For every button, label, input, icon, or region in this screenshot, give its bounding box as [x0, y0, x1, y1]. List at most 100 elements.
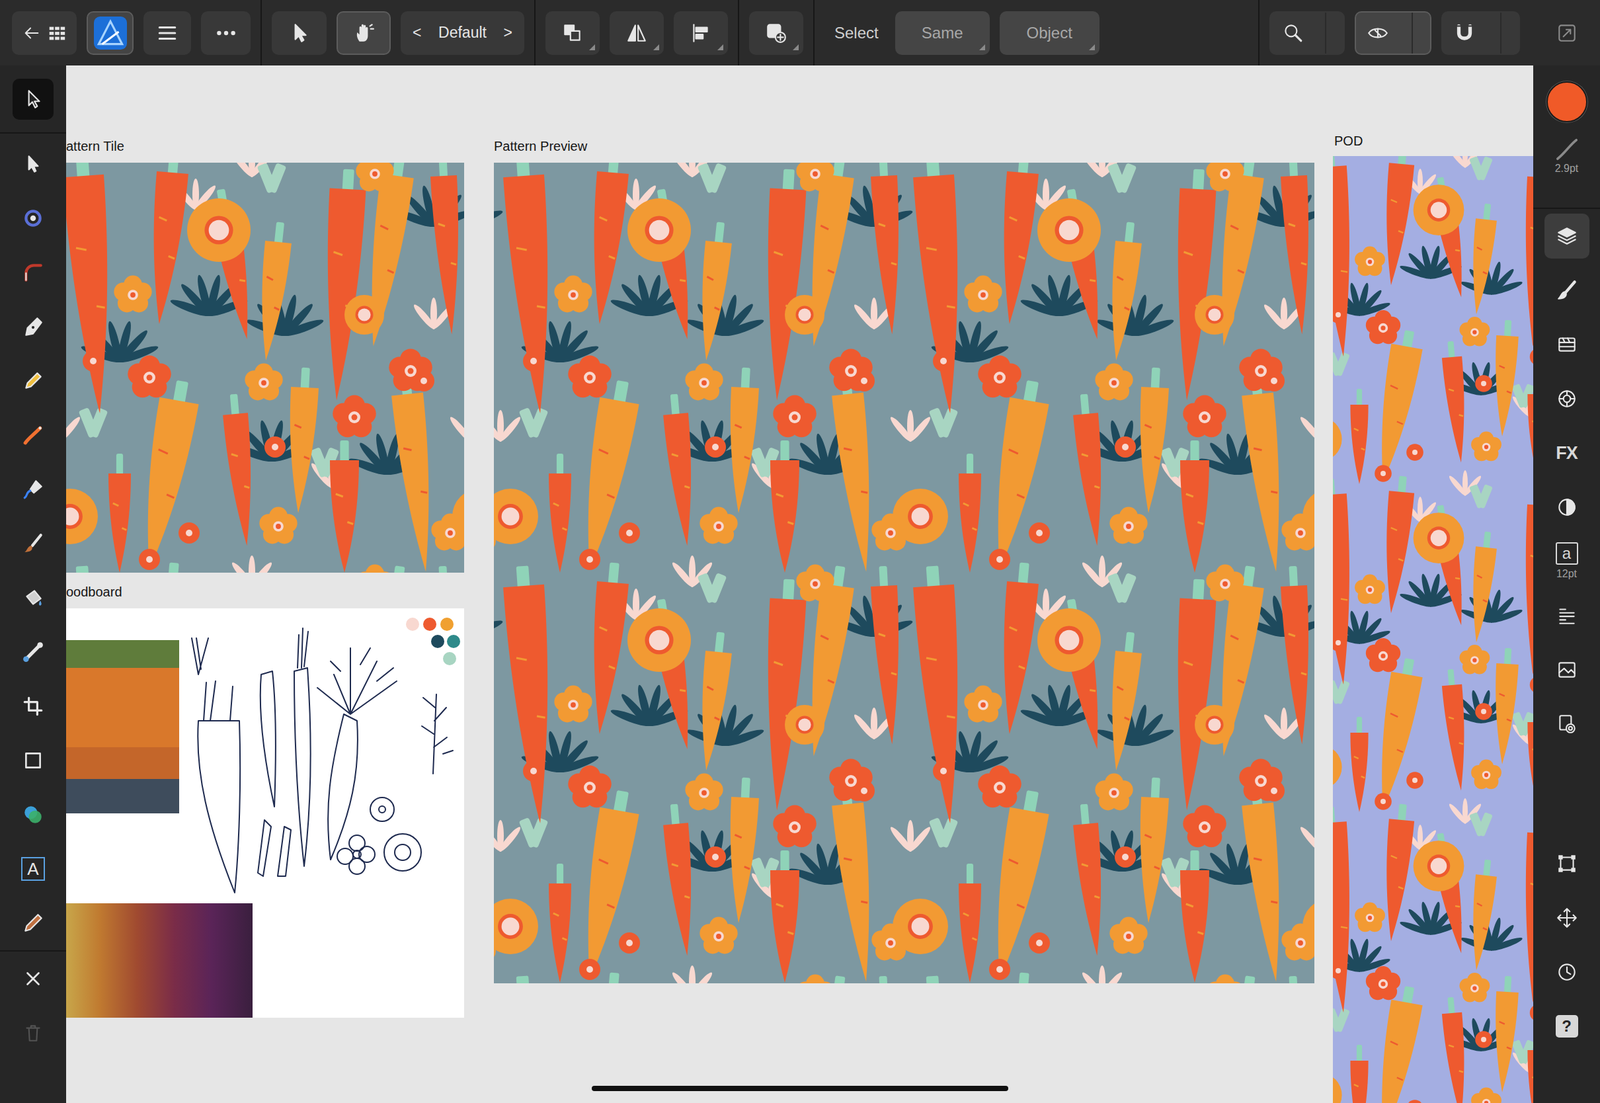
tool-button[interactable]: A: [12, 848, 54, 890]
move-tool-icon: [21, 87, 45, 111]
tool-button[interactable]: [12, 414, 54, 456]
tool-button[interactable]: [12, 251, 54, 293]
assets-icon: [1555, 712, 1579, 736]
next-style[interactable]: >: [503, 21, 513, 45]
navigator-studio[interactable]: [1544, 484, 1590, 530]
eyedropper-tool-icon: [21, 911, 45, 935]
fullscreen-button[interactable]: [1533, 0, 1600, 66]
tool-slot: [0, 191, 67, 246]
view-mode-icon: [1366, 21, 1390, 45]
tool-button[interactable]: [12, 522, 54, 564]
insert-button[interactable]: [749, 11, 804, 55]
brushes-studio[interactable]: [1544, 267, 1590, 313]
stroke-width: 2.9pt: [1555, 161, 1579, 175]
navigator-icon: [1555, 495, 1579, 519]
arrange-button[interactable]: [545, 11, 600, 55]
tool-slot: [0, 136, 67, 192]
studio-glyph: a: [1562, 545, 1571, 562]
separator: [737, 0, 740, 66]
crop-tool-icon: [21, 694, 45, 718]
palette-swatch: [431, 634, 445, 648]
layers-studio[interactable]: [1544, 213, 1590, 259]
help-button[interactable]: ?: [1544, 1003, 1590, 1049]
prev-style[interactable]: <: [412, 21, 422, 45]
trash-icon: [21, 1021, 45, 1044]
zoom-button[interactable]: [1269, 11, 1345, 55]
tool-button[interactable]: [12, 794, 54, 836]
tool-button[interactable]: [12, 306, 54, 348]
tool-button[interactable]: [12, 577, 54, 619]
canvas[interactable]: attern TileoodboardPattern PreviewPOD: [66, 65, 1534, 1103]
top-toolbar: <Default>SelectSameObject: [0, 0, 1600, 66]
tool-button[interactable]: [12, 739, 54, 781]
rainbow-carrot-photo: [66, 903, 253, 1018]
tool-button[interactable]: [12, 902, 54, 944]
color-icon: [1555, 387, 1579, 410]
select-option[interactable]: Object: [999, 11, 1100, 55]
select-option[interactable]: Same: [895, 11, 990, 55]
view-mode-button[interactable]: [1354, 11, 1432, 55]
tool-button[interactable]: [12, 197, 54, 239]
fill-color-swatch[interactable]: [1546, 81, 1588, 123]
style-picker[interactable]: <Default>: [400, 11, 525, 55]
align-button[interactable]: [673, 11, 728, 55]
delete-button[interactable]: [12, 1012, 54, 1054]
text-styles-studio[interactable]: [1544, 593, 1590, 639]
pod-artboard[interactable]: [1332, 156, 1534, 1103]
tools-panel: A: [0, 65, 67, 1103]
palette-swatch: [440, 617, 454, 631]
effects-studio[interactable]: FX: [1544, 430, 1590, 476]
history-icon: [1555, 960, 1579, 984]
studio-slot: [1533, 480, 1600, 535]
tool-button[interactable]: [12, 685, 54, 727]
tool-button[interactable]: [12, 360, 54, 402]
character-studio[interactable]: a 12pt: [1544, 538, 1590, 584]
separator: [813, 0, 815, 66]
palette-swatch: [405, 617, 420, 631]
tool-slot: [0, 679, 67, 734]
tool-button[interactable]: [12, 468, 54, 510]
transform-studio[interactable]: [1544, 840, 1590, 886]
preview-artboard[interactable]: [493, 162, 1315, 984]
studio-caption: 12pt: [1556, 567, 1577, 580]
hand-mode-button[interactable]: [336, 11, 391, 55]
tool-button[interactable]: [12, 78, 54, 120]
menu-icon: [156, 21, 179, 45]
tool-button[interactable]: [12, 631, 54, 673]
tool-slot: [0, 951, 67, 1006]
color-studio[interactable]: [1544, 376, 1590, 422]
assets-studio[interactable]: [1544, 701, 1590, 747]
more-button[interactable]: [200, 11, 251, 55]
select-mode-button[interactable]: [271, 11, 327, 55]
history-studio[interactable]: [1544, 949, 1590, 995]
studio-slot: [1533, 263, 1600, 318]
option-label: Object: [1026, 21, 1073, 45]
fill-tool-icon: [21, 586, 45, 609]
studio-glyph-icon: a: [1555, 542, 1579, 565]
transform-icon: [1555, 852, 1579, 875]
moodboard-artboard[interactable]: [66, 608, 465, 1018]
persona-button[interactable]: [86, 11, 134, 55]
split-divider: [1411, 12, 1413, 54]
snapping-button[interactable]: [1441, 11, 1520, 55]
tool-button[interactable]: [12, 143, 54, 185]
palette-swatch: [423, 617, 437, 631]
studio-panel: 2.9pt FX a 12pt?: [1533, 65, 1600, 1103]
tile-artboard[interactable]: [66, 162, 465, 573]
option-label: Same: [921, 21, 964, 45]
close-button[interactable]: [12, 958, 54, 1000]
align-icon: [689, 21, 713, 45]
stroke-button[interactable]: [1554, 136, 1580, 162]
utility-group: ?: [1533, 836, 1600, 1103]
workspace: A attern TileoodboardPattern PreviewPOD …: [0, 65, 1600, 1103]
export-icon: [1555, 658, 1579, 681]
stock-studio[interactable]: [1544, 321, 1590, 367]
insert-icon: [764, 21, 788, 45]
back-button[interactable]: [11, 11, 77, 55]
snapping-icon: [1453, 21, 1476, 45]
stock-icon: [1555, 333, 1579, 356]
export-studio[interactable]: [1544, 647, 1590, 693]
flip-button[interactable]: [609, 11, 664, 55]
move-studio[interactable]: [1544, 895, 1590, 941]
menu-button[interactable]: [143, 11, 192, 55]
